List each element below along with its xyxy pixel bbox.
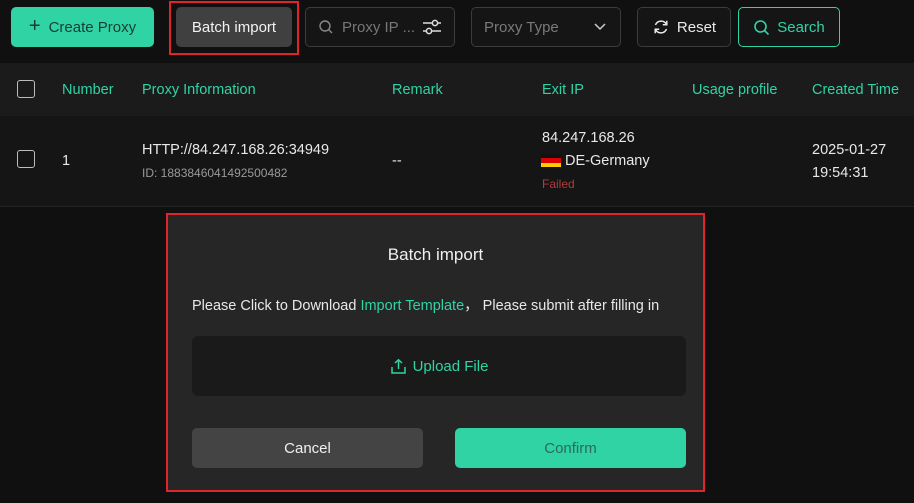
- exit-country: DE-Germany: [541, 153, 650, 169]
- batch-import-dialog: Batch import Please Click to Download Im…: [168, 215, 703, 490]
- created-time: 19:54:31: [812, 165, 869, 181]
- upload-file-area[interactable]: Upload File: [192, 336, 686, 396]
- cancel-button[interactable]: Cancel: [192, 428, 423, 468]
- dialog-title: Batch import: [387, 245, 484, 264]
- exit-ip-value: 84.247.168.26: [542, 130, 635, 146]
- column-number[interactable]: Number: [62, 82, 114, 98]
- column-proxy-information[interactable]: Proxy Information: [142, 82, 256, 98]
- country-label: DE-Germany: [565, 153, 650, 169]
- proxy-type-placeholder: Proxy Type: [484, 18, 559, 36]
- proxy-type-select[interactable]: Proxy Type: [471, 7, 621, 47]
- filter-icon[interactable]: [422, 18, 442, 36]
- column-exit-ip[interactable]: Exit IP: [542, 82, 584, 98]
- upload-file-label: Upload File: [412, 357, 489, 375]
- chevron-down-icon: [594, 23, 606, 31]
- reset-icon: [654, 20, 668, 34]
- toolbar: + Create Proxy Batch import Proxy IP ...…: [0, 0, 914, 56]
- dialog-message: Please Click to Download Import Template…: [192, 294, 659, 315]
- proxy-ip-search-input[interactable]: Proxy IP ...: [305, 7, 455, 47]
- upload-icon: [390, 358, 406, 374]
- search-button[interactable]: Search: [738, 7, 840, 47]
- reset-button[interactable]: Reset: [637, 7, 731, 47]
- plus-icon: +: [28, 15, 41, 37]
- batch-import-button[interactable]: Batch import: [176, 7, 292, 47]
- proxy-table: Number Proxy Information Remark Exit IP …: [0, 63, 914, 208]
- table-header: Number Proxy Information Remark Exit IP …: [0, 63, 914, 116]
- proxy-address: HTTP://84.247.168.26:34949: [142, 142, 330, 158]
- search-icon: [319, 20, 333, 34]
- status-failed: Failed: [542, 177, 575, 191]
- created-date: 2025-01-27: [812, 142, 887, 158]
- import-template-link[interactable]: Import Template: [360, 298, 464, 314]
- column-remark[interactable]: Remark: [392, 82, 443, 98]
- create-proxy-button[interactable]: + Create Proxy: [11, 7, 154, 47]
- search-label: Search: [777, 18, 825, 36]
- row-number: 1: [62, 153, 71, 169]
- reset-label: Reset: [676, 18, 717, 36]
- remark-value: --: [392, 153, 402, 169]
- table-row[interactable]: 1 HTTP://84.247.168.26:34949 ID: 1883846…: [0, 116, 914, 207]
- row-checkbox[interactable]: [17, 150, 35, 168]
- select-all-checkbox[interactable]: [17, 80, 35, 98]
- proxy-id: ID: 1883846041492500482: [142, 166, 288, 180]
- search-icon: [754, 19, 770, 35]
- germany-flag-icon: [541, 154, 561, 167]
- create-proxy-label: Create Proxy: [48, 18, 137, 36]
- column-created-time[interactable]: Created Time: [812, 82, 899, 98]
- message-suffix: ， Please submit after filling in: [464, 298, 660, 314]
- search-placeholder: Proxy IP ...: [342, 18, 416, 36]
- column-usage-profile[interactable]: Usage profile: [692, 82, 777, 98]
- message-prefix: Please Click to Download: [192, 298, 361, 314]
- confirm-button[interactable]: Confirm: [455, 428, 686, 468]
